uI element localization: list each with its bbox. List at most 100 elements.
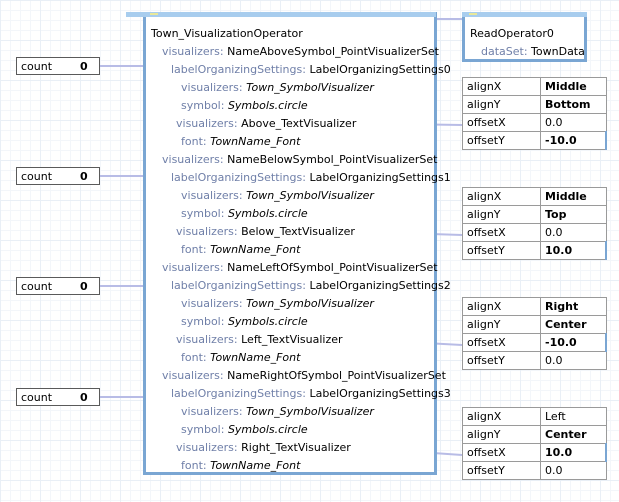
aligny-key: alignY xyxy=(462,425,541,444)
offsetx-value[interactable]: 0.0 xyxy=(540,223,607,242)
count-value: 0 xyxy=(80,280,88,293)
node-property-row[interactable]: visualizers: Above_TextVisualizer xyxy=(176,117,356,130)
offsetx-value[interactable]: 10.0 xyxy=(540,443,607,462)
property-value: TownData xyxy=(531,45,585,58)
offsetx-key: offsetX xyxy=(462,333,541,352)
node-property-row[interactable]: dataSet: TownData xyxy=(481,45,585,58)
alignx-value[interactable]: Left xyxy=(540,407,607,426)
offsety-key: offsetY xyxy=(462,241,541,260)
count-box[interactable]: count 0 xyxy=(16,277,100,295)
property-key: labelOrganizingSettings: xyxy=(171,63,306,76)
aligny-value[interactable]: Bottom xyxy=(540,95,607,114)
offsetx-value[interactable]: -10.0 xyxy=(540,333,607,352)
node-property-row[interactable]: visualizers: Right_TextVisualizer xyxy=(176,441,351,454)
node-property-row[interactable]: font: TownName_Font xyxy=(181,351,300,364)
node-property-row[interactable]: visualizers: Town_SymbolVisualizer xyxy=(181,297,374,310)
property-value: Town_SymbolVisualizer xyxy=(246,405,374,418)
node-property-row[interactable]: visualizers: Town_SymbolVisualizer xyxy=(181,405,374,418)
node-property-row[interactable]: font: TownName_Font xyxy=(181,243,300,256)
property-key: labelOrganizingSettings: xyxy=(171,279,306,292)
offsety-value[interactable]: 0.0 xyxy=(540,461,607,480)
aligny-value[interactable]: Center xyxy=(540,315,607,334)
property-value: NameBelowSymbol_PointVisualizerSet xyxy=(227,153,438,166)
visualization-operator-node[interactable]: Town_VisualizationOperator visualizers: … xyxy=(126,12,451,475)
offsetx-value[interactable]: 0.0 xyxy=(540,113,607,132)
offsety-value[interactable]: -10.0 xyxy=(540,131,607,150)
count-value: 0 xyxy=(80,170,88,183)
property-value: Town_SymbolVisualizer xyxy=(246,189,374,202)
property-key: visualizers: xyxy=(176,333,238,346)
property-value: TownName_Font xyxy=(210,351,301,364)
node-property-row[interactable]: visualizers: Below_TextVisualizer xyxy=(176,225,355,238)
offsety-value[interactable]: 10.0 xyxy=(540,241,607,260)
property-value: Symbols.circle xyxy=(227,99,308,112)
alignx-value[interactable]: Middle xyxy=(540,77,607,96)
property-value: TownName_Font xyxy=(210,243,301,256)
count-value: 0 xyxy=(80,60,88,73)
property-key: font: xyxy=(181,351,207,364)
node-drag-handle[interactable] xyxy=(469,13,477,15)
alignx-value[interactable]: Right xyxy=(540,297,607,316)
property-value: NameAboveSymbol_PointVisualizerSet xyxy=(227,45,439,58)
count-label: count xyxy=(21,170,53,183)
property-value: TownName_Font xyxy=(210,459,301,472)
property-value: Right_TextVisualizer xyxy=(241,441,351,454)
count-label: count xyxy=(21,60,53,73)
property-value: Town_SymbolVisualizer xyxy=(246,297,374,310)
property-key: visualizers: xyxy=(162,369,224,382)
property-value: Above_TextVisualizer xyxy=(241,117,357,130)
label-alignment-table[interactable]: alignX Right alignY Center offsetX -10.0 of… xyxy=(462,297,607,370)
label-alignment-table[interactable]: alignX Middle alignY Bottom offsetX 0.0 off… xyxy=(462,77,607,150)
read-operator-node[interactable]: ReadOperator0 dataSet: TownData xyxy=(462,12,587,62)
aligny-value[interactable]: Top xyxy=(540,205,607,224)
label-alignment-table[interactable]: alignX Middle alignY Top offsetX 0.0 offset… xyxy=(462,187,607,260)
node-property-row[interactable]: labelOrganizingSettings: LabelOrganizing… xyxy=(171,387,451,400)
property-key: visualizers: xyxy=(162,45,224,58)
node-header-bar[interactable] xyxy=(126,12,436,17)
property-key: visualizers: xyxy=(176,441,238,454)
aligny-value[interactable]: Center xyxy=(540,425,607,444)
node-property-row[interactable]: symbol: Symbols.circle xyxy=(181,423,308,436)
node-property-row[interactable]: font: TownName_Font xyxy=(181,135,300,148)
node-property-row[interactable]: labelOrganizingSettings: LabelOrganizing… xyxy=(171,63,451,76)
node-property-row[interactable]: symbol: Symbols.circle xyxy=(181,315,308,328)
property-key: symbol: xyxy=(181,315,225,328)
property-value: LabelOrganizingSettings3 xyxy=(309,387,451,400)
count-value: 0 xyxy=(80,391,88,404)
count-box[interactable]: count 0 xyxy=(16,57,100,75)
node-property-row[interactable]: visualizers: NameRightOfSymbol_PointVisu… xyxy=(162,369,446,382)
count-box[interactable]: count 0 xyxy=(16,167,100,185)
property-key: visualizers: xyxy=(181,297,243,310)
count-box[interactable]: count 0 xyxy=(16,388,100,406)
node-property-row[interactable]: visualizers: NameLeftOfSymbol_PointVisua… xyxy=(162,261,438,274)
node-property-row[interactable]: visualizers: NameAboveSymbol_PointVisual… xyxy=(162,45,439,58)
label-alignment-table[interactable]: alignX Left alignY Center offsetX 10.0 offs… xyxy=(462,407,607,480)
property-key: visualizers: xyxy=(176,225,238,238)
offsety-key: offsetY xyxy=(462,131,541,150)
node-property-row[interactable]: visualizers: Left_TextVisualizer xyxy=(176,333,343,346)
node-property-row[interactable]: font: TownName_Font xyxy=(181,459,300,472)
offsety-value[interactable]: 0.0 xyxy=(540,351,607,370)
property-key: symbol: xyxy=(181,99,225,112)
alignx-value[interactable]: Middle xyxy=(540,187,607,206)
node-drag-handle[interactable] xyxy=(150,13,158,15)
offsetx-key: offsetX xyxy=(462,113,541,132)
property-value: NameLeftOfSymbol_PointVisualizerSet xyxy=(227,261,438,274)
property-key: visualizers: xyxy=(162,261,224,274)
property-key: labelOrganizingSettings: xyxy=(171,171,306,184)
node-property-row[interactable]: labelOrganizingSettings: LabelOrganizing… xyxy=(171,171,451,184)
alignx-key: alignX xyxy=(462,407,541,426)
node-property-row[interactable]: labelOrganizingSettings: LabelOrganizing… xyxy=(171,279,451,292)
node-property-row[interactable]: symbol: Symbols.circle xyxy=(181,99,308,112)
offsetx-key: offsetX xyxy=(462,223,541,242)
property-key: font: xyxy=(181,243,207,256)
property-key: visualizers: xyxy=(181,405,243,418)
node-property-row[interactable]: visualizers: Town_SymbolVisualizer xyxy=(181,81,374,94)
property-key: symbol: xyxy=(181,207,225,220)
property-value: LabelOrganizingSettings0 xyxy=(309,63,451,76)
node-property-row[interactable]: symbol: Symbols.circle xyxy=(181,207,308,220)
node-header-bar[interactable] xyxy=(462,12,587,17)
property-value: NameRightOfSymbol_PointVisualizerSet xyxy=(227,369,446,382)
node-property-row[interactable]: visualizers: Town_SymbolVisualizer xyxy=(181,189,374,202)
node-property-row[interactable]: visualizers: NameBelowSymbol_PointVisual… xyxy=(162,153,437,166)
